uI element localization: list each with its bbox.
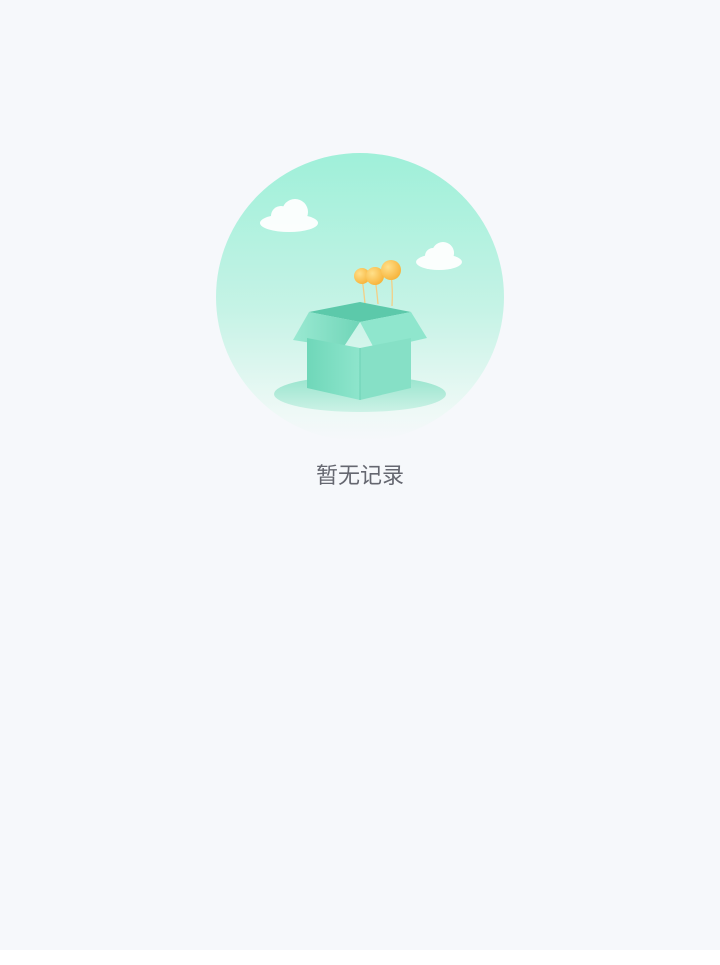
bottom-strip [0,950,720,965]
empty-message: 暂无记录 [315,464,404,489]
page: 暂无记录 [0,0,720,950]
empty-box-with-balloons-icon [216,153,504,441]
empty-state: 暂无记录 [0,152,720,492]
